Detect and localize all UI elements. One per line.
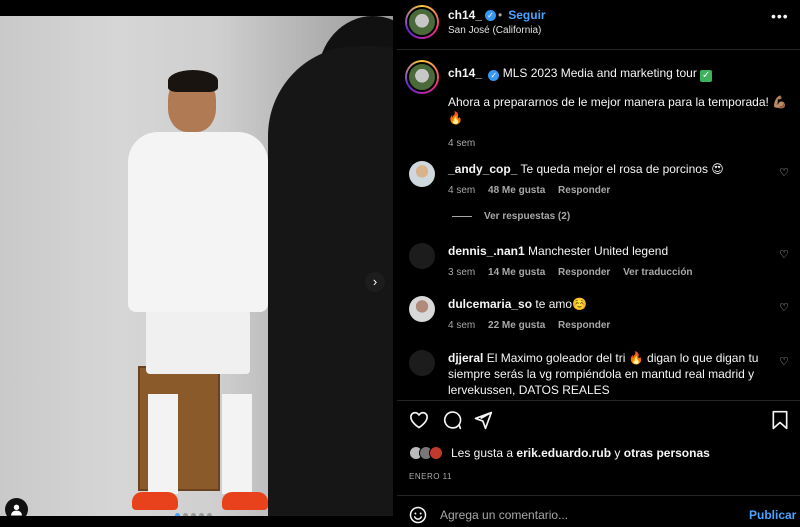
likes-summary[interactable]: Les gusta a erik.eduardo.rub y otras per…: [409, 446, 710, 460]
follow-button[interactable]: Seguir: [508, 8, 545, 22]
post-details-panel: ch14_ ✓ • Seguir San José (California) •…: [397, 0, 800, 527]
like-comment-heart-icon[interactable]: ♡: [779, 248, 789, 261]
user-icon: [11, 504, 22, 516]
author-username[interactable]: ch14_: [448, 8, 482, 22]
post-date[interactable]: ENERO 11: [409, 472, 452, 481]
tagged-users-button[interactable]: [5, 498, 28, 516]
check-mark-icon: ✓: [700, 70, 713, 82]
comment-text: te amo☺️: [535, 297, 588, 311]
caption-username[interactable]: ch14_: [448, 66, 482, 80]
reply-button[interactable]: Responder: [558, 320, 610, 331]
caption-body: Ahora a prepararnos de le mejor manera p…: [448, 95, 788, 109]
player-sock-right: [222, 394, 252, 494]
author-avatar[interactable]: [405, 5, 439, 39]
post-image[interactable]: ›: [0, 16, 393, 516]
likes-prefix: Les gusta a: [451, 446, 514, 460]
comment-time: 4 sem: [448, 185, 476, 196]
comment-username[interactable]: dennis_.nan1: [448, 244, 525, 258]
likes-user[interactable]: erik.eduardo.rub: [516, 446, 611, 460]
comments-divider: [397, 400, 800, 401]
comment-item: djjeral El Maximo goleador del tri 🔥 dig…: [409, 350, 789, 398]
translate-button[interactable]: Ver traducción: [623, 267, 692, 278]
reply-button[interactable]: Responder: [558, 185, 610, 196]
action-bar: [409, 410, 789, 434]
separator-dot: •: [498, 8, 503, 22]
comment-likes[interactable]: 14 Me gusta: [488, 267, 545, 278]
save-bookmark-icon[interactable]: [771, 410, 789, 430]
more-options-icon[interactable]: •••: [771, 8, 789, 24]
post-header: ch14_ ✓ • Seguir: [448, 8, 546, 22]
caption-time: 4 sem: [448, 138, 476, 149]
carousel-next-button[interactable]: ›: [365, 272, 385, 292]
view-replies-label[interactable]: Ver respuestas (2): [484, 211, 570, 222]
verified-badge-icon: ✓: [488, 70, 500, 81]
comment-text: El Maximo goleador del tri 🔥 digan lo qu…: [448, 351, 759, 397]
player-sock-left: [148, 394, 178, 494]
carousel-dot[interactable]: [183, 513, 188, 516]
carousel-dot[interactable]: [191, 513, 196, 516]
like-comment-heart-icon[interactable]: ♡: [779, 355, 789, 368]
replies-line: [452, 216, 472, 217]
caption-avatar[interactable]: [405, 60, 439, 94]
comment-likes[interactable]: 22 Me gusta: [488, 320, 545, 331]
input-divider: [397, 495, 800, 496]
player-shorts: [146, 310, 250, 374]
comment-bubble-icon[interactable]: [442, 410, 462, 430]
carousel-dot[interactable]: [175, 513, 180, 516]
location-link[interactable]: San José (California): [448, 25, 541, 36]
likes-connector: y: [614, 446, 621, 460]
post-comment-button[interactable]: Publicar: [749, 508, 796, 522]
like-comment-heart-icon[interactable]: ♡: [779, 166, 789, 179]
like-heart-icon[interactable]: [409, 410, 429, 430]
player-shoe-left: [132, 492, 178, 510]
share-send-icon[interactable]: [473, 410, 493, 430]
likes-others[interactable]: otras personas: [624, 446, 710, 460]
caption-title: MLS 2023 Media and marketing tour: [502, 66, 697, 80]
comment-item: dulcemaria_so te amo☺️ 4 sem 22 Me gusta…: [409, 296, 789, 336]
avatar[interactable]: [409, 161, 435, 187]
comment-item: dennis_.nan1 Manchester United legend 3 …: [409, 243, 789, 283]
player-jersey: [128, 132, 268, 312]
avatar[interactable]: [409, 296, 435, 322]
comment-item: _andy_cop_ Te queda mejor el rosa de por…: [409, 161, 789, 201]
post-caption: ch14_ ✓ MLS 2023 Media and marketing tou…: [448, 65, 788, 152]
player-figure: [118, 70, 278, 514]
comment-time: 3 sem: [448, 267, 476, 278]
like-comment-heart-icon[interactable]: ♡: [779, 301, 789, 314]
comment-text: Manchester United legend: [528, 244, 669, 258]
avatar: [429, 446, 443, 460]
comment-username[interactable]: dulcemaria_so: [448, 297, 532, 311]
top-strip: [0, 0, 393, 16]
player-shoe-right: [222, 492, 268, 510]
header-divider: [397, 49, 800, 50]
carousel-dot[interactable]: [207, 513, 212, 516]
avatar[interactable]: [409, 243, 435, 269]
caption-body-line2: 🔥: [448, 111, 463, 125]
comment-username[interactable]: djjeral: [448, 351, 483, 365]
avatar[interactable]: [409, 350, 435, 376]
carousel-indicator: [175, 513, 212, 516]
comment-time: 4 sem: [448, 320, 476, 331]
reply-button[interactable]: Responder: [558, 267, 610, 278]
emoji-icon[interactable]: [409, 506, 427, 524]
comment-text: Te queda mejor el rosa de porcinos 😍: [520, 162, 724, 176]
comment-likes[interactable]: 48 Me gusta: [488, 185, 545, 196]
comment-username[interactable]: _andy_cop_: [448, 162, 517, 176]
carousel-dot[interactable]: [199, 513, 204, 516]
view-replies[interactable]: Ver respuestas (2): [452, 211, 570, 222]
player-hair: [168, 70, 218, 92]
comment-input[interactable]: [440, 508, 740, 522]
verified-badge-icon: ✓: [485, 9, 497, 21]
